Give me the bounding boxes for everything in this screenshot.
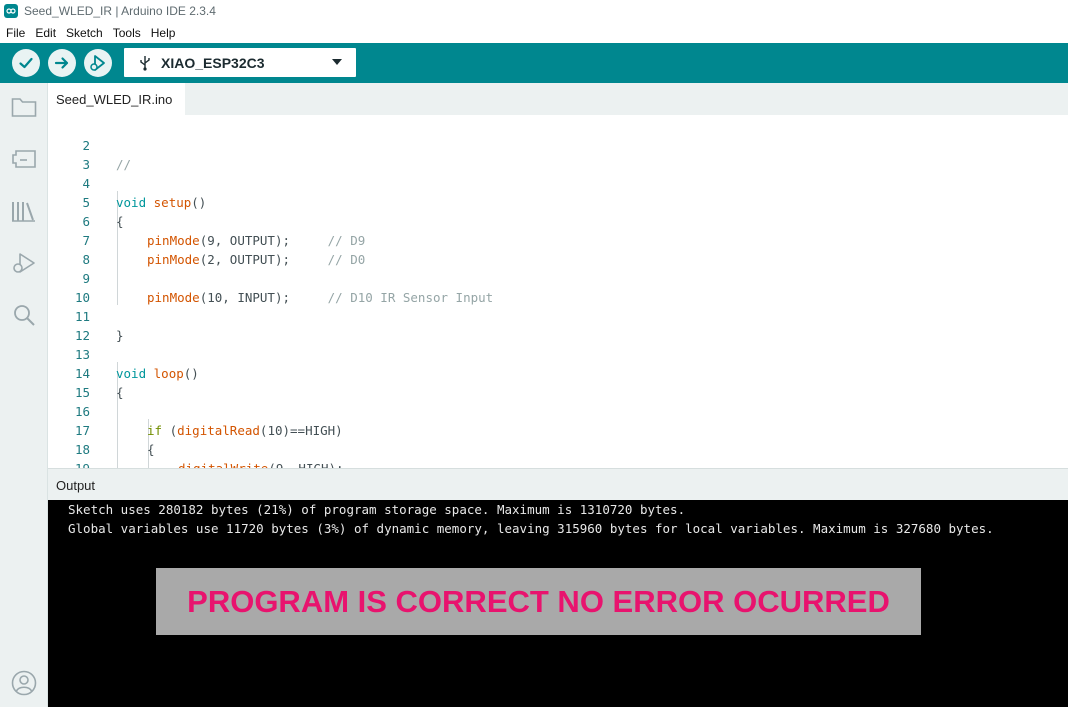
library-manager-button[interactable] bbox=[10, 197, 38, 225]
code-line: 20 digitalWrite(9, LOW); bbox=[48, 459, 1068, 468]
code-line: 4 void setup() bbox=[48, 155, 1068, 210]
menu-edit[interactable]: Edit bbox=[35, 26, 56, 40]
output-line: Global variables use 11720 bytes (3%) of… bbox=[68, 521, 994, 536]
code-line: 8 bbox=[48, 231, 1068, 267]
code-line: 3 bbox=[48, 136, 1068, 172]
title-bar: Seed_WLED_IR | Arduino IDE 2.3.4 bbox=[0, 0, 1068, 22]
tab-label: Seed_WLED_IR.ino bbox=[56, 92, 173, 107]
code-line: 10 bbox=[48, 269, 1068, 305]
board-name: XIAO_ESP32C3 bbox=[161, 54, 265, 71]
code-line: 7 pinMode(2, OUTPUT); // D0 bbox=[48, 212, 1068, 267]
upload-button[interactable] bbox=[48, 49, 76, 77]
code-line: 14 { bbox=[48, 345, 1068, 400]
toolbar: XIAO_ESP32C3 bbox=[0, 43, 1068, 83]
code-line: 18 digitalWrite(9, HIGH); bbox=[48, 421, 1068, 468]
window-title: Seed_WLED_IR | Arduino IDE 2.3.4 bbox=[24, 4, 216, 18]
sidebar bbox=[0, 83, 48, 707]
tab-bar: Seed_WLED_IR.ino bbox=[48, 83, 1068, 115]
search-button[interactable] bbox=[10, 301, 38, 329]
code-line: 17 { bbox=[48, 402, 1068, 457]
account-icon bbox=[11, 670, 37, 696]
check-icon bbox=[19, 57, 33, 69]
arduino-logo-icon bbox=[4, 4, 18, 18]
verify-button[interactable] bbox=[12, 49, 40, 77]
menu-file[interactable]: File bbox=[6, 26, 25, 40]
board-icon bbox=[12, 150, 36, 168]
menu-bar: File Edit Sketch Tools Help bbox=[0, 22, 1068, 43]
account-button[interactable] bbox=[10, 669, 38, 697]
search-icon bbox=[14, 305, 35, 326]
output-line: Sketch uses 280182 bytes (21%) of progra… bbox=[68, 502, 686, 517]
code-line: 13 void loop() bbox=[48, 326, 1068, 381]
debug-icon bbox=[90, 55, 105, 71]
folder-icon bbox=[11, 98, 37, 117]
code-line: 15 bbox=[48, 364, 1068, 400]
code-line: 19 delay(1000); bbox=[48, 440, 1068, 468]
board-selector[interactable]: XIAO_ESP32C3 bbox=[124, 48, 356, 77]
chevron-down-icon bbox=[332, 59, 342, 65]
output-title: Output bbox=[56, 478, 96, 493]
output-console[interactable]: Sketch uses 280182 bytes (21%) of progra… bbox=[48, 500, 1068, 707]
menu-sketch[interactable]: Sketch bbox=[66, 26, 103, 40]
debug-button[interactable] bbox=[84, 49, 112, 77]
code-line: 2 // bbox=[48, 117, 1068, 172]
code-line: 9 pinMode(10, INPUT); // D10 IR Sensor I… bbox=[48, 250, 1068, 305]
tab-sketch-file[interactable]: Seed_WLED_IR.ino bbox=[48, 83, 185, 115]
menu-help[interactable]: Help bbox=[151, 26, 176, 40]
output-panel-header: Output bbox=[48, 468, 1068, 500]
arrow-right-icon bbox=[54, 57, 69, 69]
code-line: 11 } bbox=[48, 288, 1068, 343]
menu-tools[interactable]: Tools bbox=[113, 26, 141, 40]
boards-manager-button[interactable] bbox=[10, 145, 38, 173]
code-line: 12 bbox=[48, 307, 1068, 343]
code-line: 5 { bbox=[48, 174, 1068, 229]
success-banner: PROGRAM IS CORRECT NO ERROR OCURRED bbox=[156, 568, 921, 635]
code-line: 6 pinMode(9, OUTPUT); // D9 bbox=[48, 193, 1068, 248]
sketchbook-button[interactable] bbox=[10, 93, 38, 121]
arduino-ide-window: Seed_WLED_IR | Arduino IDE 2.3.4 File Ed… bbox=[0, 0, 1068, 707]
debug-panel-button[interactable] bbox=[10, 249, 38, 277]
usb-icon bbox=[140, 55, 150, 71]
code-editor[interactable]: 2 // 3 4 void setup() 5 { 6 pinMode(9, O… bbox=[48, 115, 1068, 468]
code-line: 16 if (digitalRead(10)==HIGH) bbox=[48, 383, 1068, 438]
library-icon bbox=[12, 202, 35, 222]
debug-icon bbox=[13, 253, 35, 273]
